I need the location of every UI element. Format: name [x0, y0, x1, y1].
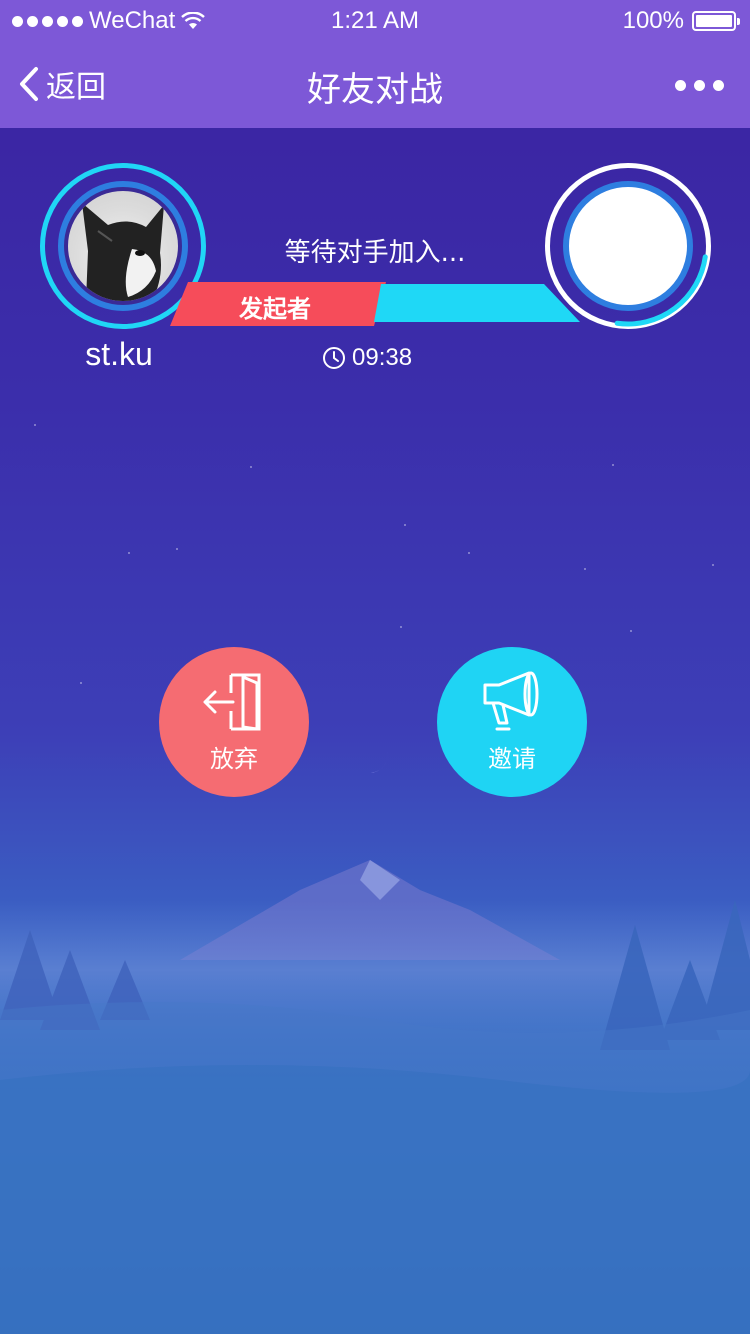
more-menu-button[interactable] — [675, 80, 724, 91]
opponent-avatar-placeholder — [563, 181, 693, 311]
give-up-label: 放弃 — [210, 745, 258, 773]
status-bar: WeChat 1:21 AM 100% — [0, 0, 750, 40]
battery-percent: 100% — [622, 7, 684, 34]
exit-door-icon — [201, 671, 267, 733]
initiator-badge: 发起者 — [239, 295, 311, 323]
countdown-timer: 09:38 — [322, 344, 412, 372]
battery-icon — [692, 11, 740, 31]
waiting-status: 等待对手加入... — [284, 238, 466, 268]
megaphone-icon — [479, 671, 545, 733]
crescent-moon-icon — [358, 742, 388, 773]
nav-bar: 返回 好友对战 — [0, 40, 750, 128]
cat-avatar-image — [82, 203, 164, 301]
timer-value: 09:38 — [352, 344, 413, 371]
mountain-scenery — [0, 860, 750, 1334]
self-player-name: st.ku — [85, 336, 153, 372]
self-avatar-ring — [58, 181, 188, 311]
invite-label: 邀请 — [488, 745, 536, 773]
give-up-button[interactable]: 放弃 — [159, 647, 309, 797]
page-title: 好友对战 — [307, 70, 443, 110]
clock-icon — [323, 347, 345, 369]
invite-button[interactable]: 邀请 — [437, 647, 587, 797]
status-right: 100% — [622, 7, 740, 35]
avatar-photo — [68, 191, 178, 301]
